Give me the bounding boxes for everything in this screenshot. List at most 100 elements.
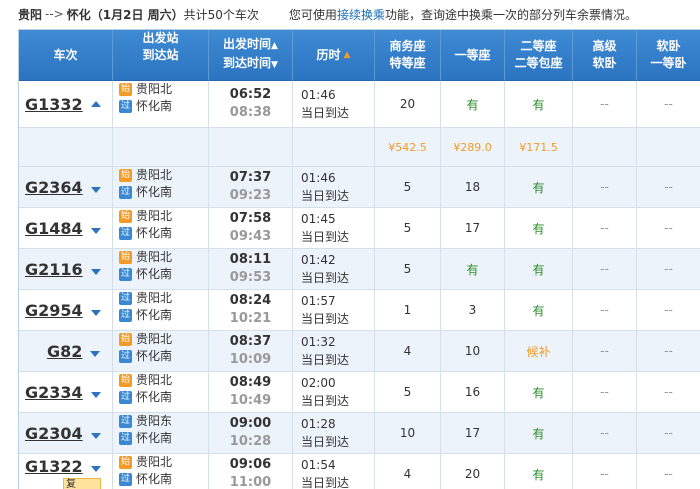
business-seat: 20 (399, 97, 416, 111)
col-premium-top: 高级 (592, 39, 617, 53)
sort-down-icon: ▼ (271, 60, 278, 70)
duration-cell: 01:57 当日到达 (293, 290, 375, 331)
stations-cell: 始贵阳北过怀化南 (113, 208, 209, 249)
to-station: 怀化南 (136, 308, 173, 322)
departure-time: 08:49 (229, 375, 272, 390)
soft-sleeper-cell: -- (637, 454, 700, 489)
second-seat-cell[interactable]: 有 (505, 208, 573, 249)
price-spacer (573, 128, 637, 167)
expand-icon[interactable] (90, 466, 101, 472)
business-seat: 5 (403, 221, 412, 235)
train-number-link[interactable]: G1332 (25, 95, 83, 114)
stations-cell: 始贵阳北过怀化南 (113, 249, 209, 290)
second-seat: 有 (532, 303, 545, 318)
train-cell: G1332 (19, 81, 113, 128)
transfer-tip: 您可使用接续换乘功能，查询途中换乘一次的部分列车余票情况。 (289, 6, 637, 23)
pass-badge-icon: 过 (119, 268, 132, 281)
business-seat-cell[interactable]: 20 (375, 81, 441, 128)
expand-icon[interactable] (90, 351, 101, 357)
second-seat-cell[interactable]: 有 (505, 81, 573, 128)
first-seat-cell[interactable]: 17 (441, 208, 505, 249)
pass-badge-icon: 过 (119, 473, 132, 486)
expand-icon[interactable] (90, 187, 101, 193)
expand-icon[interactable] (90, 433, 101, 439)
first-seat-cell[interactable]: 20 (441, 454, 505, 489)
business-seat-cell[interactable]: 10 (375, 413, 441, 454)
business-seat-cell[interactable]: 4 (375, 454, 441, 489)
first-seat-cell[interactable]: 10 (441, 331, 505, 372)
expand-icon[interactable] (90, 269, 101, 275)
to-city: 怀化 (66, 7, 91, 22)
train-number-link[interactable]: G2364 (25, 178, 83, 197)
train-number-link[interactable]: G2334 (25, 383, 83, 402)
first-seat-cell[interactable]: 17 (441, 413, 505, 454)
train-number-link[interactable]: G2116 (25, 260, 83, 279)
second-seat-cell[interactable]: 有 (505, 167, 573, 208)
business-seat-cell[interactable]: 5 (375, 249, 441, 290)
col-soft: 软卧 一等卧 (637, 30, 700, 81)
second-seat-cell[interactable]: 候补 (505, 331, 573, 372)
first-seat-cell[interactable]: 18 (441, 167, 505, 208)
business-seat: 10 (399, 426, 416, 440)
train-number-link[interactable]: G82 (47, 342, 82, 361)
premium-sleeper-cell: -- (573, 249, 637, 290)
premium-sleeper-cell: -- (573, 331, 637, 372)
business-seat: 5 (403, 385, 412, 399)
expand-icon[interactable] (90, 310, 101, 316)
price-row: ¥542.5 ¥289.0 ¥171.5 (19, 128, 700, 167)
first-seat-cell[interactable]: 3 (441, 290, 505, 331)
second-seat-cell[interactable]: 有 (505, 290, 573, 331)
first-seat: 17 (464, 426, 481, 440)
route-summary-bar: 贵阳 --> 怀化 （1月2日 周六） 共计50个车次 您可使用接续换乘功能，查… (0, 0, 700, 28)
premium-sleeper: -- (600, 262, 609, 276)
pass-badge-icon: 过 (119, 391, 132, 404)
route-arrow: --> (45, 7, 64, 21)
transfer-link[interactable]: 接续换乘 (337, 8, 385, 22)
business-seat-cell[interactable]: 1 (375, 290, 441, 331)
second-seat-cell[interactable]: 有 (505, 249, 573, 290)
train-number-link[interactable]: G1322 (25, 457, 83, 476)
train-number-link[interactable]: G1484 (25, 219, 83, 238)
arrival-day: 当日到达 (301, 435, 350, 449)
col-time[interactable]: 出发时间▲ 到达时间▼ (209, 30, 293, 81)
business-seat: 4 (403, 467, 412, 481)
second-seat: 有 (532, 385, 545, 400)
first-seat-cell[interactable]: 有 (441, 249, 505, 290)
train-number-link[interactable]: G2954 (25, 301, 83, 320)
origin-badge-icon: 始 (119, 210, 132, 223)
business-seat-cell[interactable]: 5 (375, 208, 441, 249)
first-seat-cell[interactable]: 16 (441, 372, 505, 413)
table-row: G2116 始贵阳北过怀化南 08:11 09:53 01:42 当日到达 5 有 有 -- -- (19, 249, 700, 290)
collapse-icon[interactable] (90, 101, 101, 107)
arrival-day: 当日到达 (301, 353, 350, 367)
departure-time: 08:11 (229, 252, 272, 267)
expand-icon[interactable] (90, 228, 101, 234)
arrival-time: 10:28 (229, 434, 272, 449)
col-first: 一等座 (441, 30, 505, 81)
sort-up-icon: ▲ (271, 41, 278, 51)
expand-icon[interactable] (90, 392, 101, 398)
business-seat-cell[interactable]: 4 (375, 331, 441, 372)
second-seat-cell[interactable]: 有 (505, 413, 573, 454)
business-seat-cell[interactable]: 5 (375, 167, 441, 208)
table-row: G1332 始贵阳北过怀化南 06:52 08:38 01:46 当日到达 20 有 有 -- -- (19, 81, 700, 128)
col-duration[interactable]: 历时 ▲ (293, 30, 375, 81)
soft-sleeper: -- (664, 262, 673, 276)
duration: 01:42 (301, 253, 336, 267)
train-number-link[interactable]: G2304 (25, 424, 83, 443)
first-seat-cell[interactable]: 有 (441, 81, 505, 128)
time-cell: 08:11 09:53 (209, 249, 293, 290)
second-seat: 有 (532, 426, 545, 441)
arrival-day: 当日到达 (301, 106, 350, 120)
second-seat-cell[interactable]: 有 (505, 454, 573, 489)
second-seat-cell[interactable]: 有 (505, 372, 573, 413)
col-soft-bottom: 一等卧 (650, 56, 687, 70)
business-seat-cell[interactable]: 5 (375, 372, 441, 413)
second-seat: 候补 (526, 344, 551, 359)
train-count: 共计50个车次 (183, 7, 259, 22)
business-price: ¥542.5 (388, 140, 427, 154)
second-seat: 有 (532, 180, 545, 195)
to-station: 怀化南 (136, 267, 173, 281)
second-price: ¥171.5 (519, 140, 558, 154)
premium-sleeper: -- (600, 180, 609, 194)
